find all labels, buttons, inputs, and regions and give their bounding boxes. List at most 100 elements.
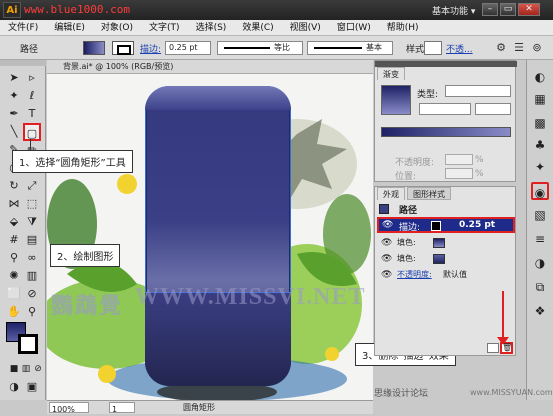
workspace-switcher[interactable]: 基本功能 ▾ [432,4,475,17]
appearance-row-value[interactable]: 0.25 pt [459,220,495,230]
menu-select[interactable]: 选择(S) [188,20,235,35]
direct-selection-tool-icon[interactable]: ▹ [23,69,41,87]
stroke-panel-icon[interactable]: ≡ [531,230,549,248]
stroke-color-box[interactable] [18,334,38,354]
artboard-canvas[interactable]: 鸚鵡覺 WWW.MISSVI.NET [47,74,373,400]
control-bar: 路径 描边: 0.25 pt 等比 基本 样式: 不透... ⚙ ☰ ⊚ [0,36,553,60]
eyedropper-tool-icon[interactable]: ⚲ [5,249,23,267]
perspective-grid-tool-icon[interactable]: ⧩ [23,213,41,231]
gpu-preview-icon[interactable]: ⊚ [530,41,544,55]
document-tab[interactable]: 背景.ai* @ 100% (RGB/预览) [47,60,373,74]
shape-builder-tool-icon[interactable]: ⬙ [5,213,23,231]
tab-gradient[interactable]: 渐变 [377,67,405,80]
artboards-panel-icon[interactable]: ❖ [531,302,549,320]
gradient-thumbnail[interactable] [381,85,411,115]
brushes-panel-icon[interactable]: ✦ [531,158,549,176]
appearance-row-fill-1[interactable]: 👁 填色: [381,236,515,250]
color-guide-icon[interactable]: ▦ [531,90,549,108]
screen-mode-icon[interactable]: ▣ [23,378,41,396]
symbols-panel-icon[interactable]: ♣ [531,136,549,154]
eye-icon[interactable]: 👁 [381,268,392,282]
appearance-opacity-link[interactable]: 不透明度: [397,268,432,282]
delete-item-icon[interactable]: 🗑 [500,342,513,354]
menu-view[interactable]: 视图(V) [282,20,329,35]
callout-step1: 1、选择“圆角矩形”工具 [12,150,133,173]
tools-grip[interactable] [0,60,46,66]
appearance-panel-icon[interactable]: ◉ [531,182,549,200]
stroke-swatch-mini[interactable] [431,221,441,231]
width-tool-icon[interactable]: ⋈ [5,195,23,213]
menu-file[interactable]: 文件(F) [0,20,46,35]
tab-graphic-styles[interactable]: 图形样式 [407,187,451,200]
menu-type[interactable]: 文字(T) [141,20,188,35]
gradient-aspect-input[interactable] [475,103,511,115]
gradient-angle-input[interactable] [419,103,471,115]
menu-edit[interactable]: 编辑(E) [46,20,93,35]
selection-tool-icon[interactable]: ➤ [5,69,23,87]
gradient-type-select[interactable] [445,85,511,97]
zoom-tool-icon[interactable]: ⚲ [23,303,41,321]
fill-color-swatch[interactable] [83,41,105,55]
none-mode-icon[interactable]: ⊘ [29,360,47,378]
graphic-style-swatch[interactable] [424,41,442,55]
hand-tool-icon[interactable]: ✋ [5,303,23,321]
eye-icon[interactable]: 👁 [381,236,392,250]
gradient-opacity-label: 不透明度: [395,158,435,168]
app-logo-icon: Ai [3,2,21,18]
rotate-tool-icon[interactable]: ↻ [5,177,23,195]
maximize-button[interactable]: ▭ [500,3,516,16]
menu-object[interactable]: 对象(O) [93,20,141,35]
stroke-label-link[interactable]: 描边: [140,42,161,55]
drawing-mode-icon[interactable]: ◑ [5,378,23,396]
artboard-tool-icon[interactable]: ⬜ [5,285,23,303]
rounded-rectangle-tool-icon[interactable]: ▢ [23,123,41,141]
appearance-row-stroke[interactable]: 👁 描边: 0.25 pt [377,217,515,233]
gradient-opacity-input[interactable] [445,154,473,165]
appearance-row-fill-2[interactable]: 👁 填色: [381,252,515,266]
fill-swatch-mini[interactable] [433,254,445,264]
scale-tool-icon[interactable]: ⤢ [23,177,41,195]
graphic-styles-icon[interactable]: ▧ [531,206,549,224]
new-item-icon[interactable] [487,343,499,353]
gradient-type-label: 类型: [417,90,439,100]
variable-width-profile-select[interactable]: 等比 [217,41,303,55]
menu-effect[interactable]: 效果(C) [234,20,281,35]
blend-tool-icon[interactable]: ∞ [23,249,41,267]
brush-definition-select[interactable]: 基本 [307,41,393,55]
lasso-tool-icon[interactable]: ℓ [23,87,41,105]
menu-window[interactable]: 窗口(W) [329,20,379,35]
minimize-button[interactable]: – [482,3,498,16]
gradient-position-input[interactable] [445,168,473,179]
gradient-slider-bar[interactable] [381,127,511,137]
mesh-tool-icon[interactable]: # [5,231,23,249]
zoom-select[interactable]: 100% [49,402,89,414]
close-button[interactable]: ✕ [518,3,540,16]
artboard-number-input[interactable]: 1 [109,402,135,414]
path-thumbnail [379,204,389,214]
eye-icon[interactable]: 👁 [382,220,393,230]
opacity-label-link[interactable]: 不透... [446,42,473,55]
transparency-panel-icon[interactable]: ◑ [531,254,549,272]
document-setup-icon[interactable]: ⚙ [494,41,508,55]
magic-wand-tool-icon[interactable]: ✦ [5,87,23,105]
appearance-row-opacity[interactable]: 👁 不透明度: 默认值 [381,268,515,282]
swatches-panel-icon[interactable]: ▩ [531,114,549,132]
line-tool-icon[interactable]: ╲ [5,123,23,141]
fill-swatch-mini[interactable] [433,238,445,248]
eye-icon[interactable]: 👁 [381,252,392,266]
free-transform-tool-icon[interactable]: ⬚ [23,195,41,213]
phone-top-highlight [145,86,291,110]
color-panel-icon[interactable]: ◐ [531,68,549,86]
type-tool-icon[interactable]: T [23,105,41,123]
stroke-color-swatch[interactable] [112,41,134,55]
tab-appearance[interactable]: 外观 [377,187,405,200]
layers-panel-icon[interactable]: ⧉ [531,278,549,296]
column-graph-tool-icon[interactable]: ▥ [23,267,41,285]
menu-help[interactable]: 帮助(H) [379,20,427,35]
pen-tool-icon[interactable]: ✒ [5,105,23,123]
stroke-weight-input[interactable]: 0.25 pt [165,41,211,55]
gradient-tool-icon[interactable]: ▤ [23,231,41,249]
symbol-sprayer-tool-icon[interactable]: ✺ [5,267,23,285]
arrange-documents-icon[interactable]: ☰ [512,41,526,55]
slice-tool-icon[interactable]: ⊘ [23,285,41,303]
